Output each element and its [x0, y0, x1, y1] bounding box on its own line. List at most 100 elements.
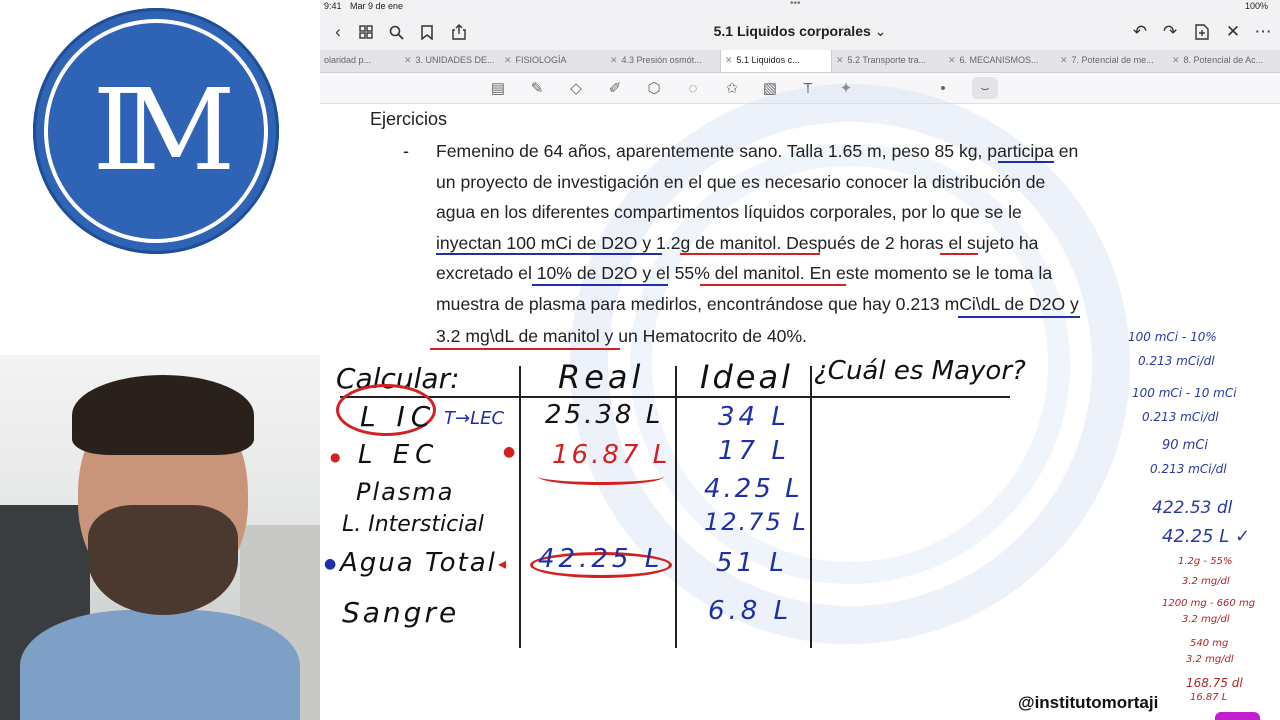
app-title-bar: ‹ 5.1 Liquidos corporales ⌄ ↶ ↷ ✕ ⋯: [320, 14, 1280, 50]
real-value-lec: 16.87 L: [552, 440, 671, 470]
ideal-value-intersticial: 12.75 L: [704, 508, 808, 536]
tab-item[interactable]: olaridad p...: [320, 50, 400, 72]
real-value-agua-total: 42.25 L: [538, 544, 664, 574]
red-dot-marker: ●: [330, 450, 341, 464]
side-calc-line: 168.75 dl: [1186, 676, 1243, 690]
undo-icon[interactable]: ↶: [1128, 20, 1152, 44]
pen-tool-icon[interactable]: ✎: [526, 77, 548, 99]
table-divider: [519, 366, 521, 648]
problem-line: Femenino de 64 años, aparentemente sano.…: [436, 141, 1079, 161]
status-date: Mar 9 de ene: [350, 1, 404, 11]
tab-item[interactable]: ✕ 8. Potencial de Ac...: [1168, 50, 1280, 72]
webcam-person-hair: [72, 375, 254, 455]
ink-underline: [940, 253, 978, 255]
ink-underline: [436, 253, 662, 255]
side-calc-line: 3.2 mg/dl: [1186, 654, 1234, 665]
side-calc-line: 42.25 L ✓: [1162, 526, 1251, 547]
shapes-tool-icon[interactable]: ⬡: [643, 77, 665, 99]
problem-line: agua en los diferentes compartimentos lí…: [436, 202, 1022, 222]
ink-underline: [958, 316, 1080, 318]
side-calc-line: 3.2 mg/dl: [1182, 576, 1230, 587]
webcam-person-beard: [88, 505, 238, 615]
problem-line: un proyecto de investigación en el que e…: [436, 172, 1046, 192]
ink-underline: [680, 253, 820, 255]
problem-line: muestra de plasma para medirlos, encontr…: [436, 294, 1079, 314]
tab-item[interactable]: ✕ 4.3 Presión osmót...: [606, 50, 720, 72]
pen-size-dot-icon[interactable]: •: [932, 77, 954, 99]
header-cual-es-mayor: ¿Cuál es Mayor?: [814, 356, 1026, 386]
red-arrow-marker: ◂: [498, 554, 507, 573]
ideal-value-plasma: 4.25 L: [704, 474, 803, 504]
side-calc-line: 1200 mg - 660 mg: [1162, 598, 1256, 609]
elements-tool-icon[interactable]: ✩: [721, 77, 743, 99]
tab-active[interactable]: ✕ 5.1 Liquidos c...: [720, 50, 832, 72]
header-real: Real: [558, 358, 645, 396]
red-dot-marker: ●: [503, 444, 516, 460]
more-icon[interactable]: ⋯: [1251, 20, 1275, 44]
ideal-value-agua-total: 51 L: [716, 548, 788, 578]
table-divider: [675, 366, 677, 648]
tab-item[interactable]: ✕ 6. MECANISMOS...: [944, 50, 1056, 72]
bullet-dash: -: [403, 141, 409, 161]
read-mode-icon[interactable]: ▤: [487, 77, 509, 99]
logo-text: IM: [92, 66, 236, 196]
eraser-tool-icon[interactable]: ◇: [565, 77, 587, 99]
ink-underline: [700, 284, 846, 286]
row-label-intersticial: L. Intersticial: [342, 512, 484, 537]
side-calc-line: 16.87 L: [1190, 692, 1228, 703]
add-page-icon[interactable]: [1190, 20, 1214, 44]
close-icon[interactable]: ✕: [1221, 20, 1245, 44]
notes-app-window: 9:41 Mar 9 de ene ••• 100% ‹ 5.1 Liquido…: [320, 0, 1280, 720]
tab-item[interactable]: ✕ 3. UNIDADES DE...: [400, 50, 500, 72]
red-underline-annotation: [538, 468, 664, 485]
exercise-heading: Ejercicios: [370, 109, 448, 129]
row-label-sangre: Sangre: [342, 596, 460, 629]
tab-item[interactable]: ✕ 7. Potencial de me...: [1056, 50, 1168, 72]
highlighter-tool-icon[interactable]: ✐: [604, 77, 626, 99]
side-calc-line: 0.213 mCi/dl: [1142, 410, 1219, 424]
row-note-lic: T→LEC: [444, 408, 505, 429]
problem-line: 3.2 mg\dL de manitol y un Hematocrito de…: [436, 326, 807, 346]
ink-underline: [430, 348, 620, 350]
side-calc-line: 0.213 mCi/dl: [1150, 462, 1227, 476]
ideal-value-sangre: 6.8 L: [708, 596, 793, 626]
ink-underline: [998, 161, 1054, 163]
header-ideal: Ideal: [700, 358, 793, 396]
webcam-feed: [0, 355, 320, 720]
note-page[interactable]: Ejercicios - Femenino de 64 años, aparen…: [320, 84, 1280, 720]
ideal-value-lec: 17 L: [718, 436, 790, 466]
social-handle: @institutomortaji: [1018, 693, 1159, 712]
problem-line: excretado el 10% de D2O y el 55% del man…: [436, 263, 1053, 283]
side-calc-line: 3.2 mg/dl: [1182, 614, 1230, 625]
stroke-style-icon[interactable]: ⌣: [972, 77, 998, 99]
battery-level: 100%: [1244, 1, 1268, 11]
lasso-tool-icon[interactable]: ◌: [682, 77, 704, 99]
side-calc-line: 540 mg: [1190, 638, 1229, 649]
blue-dot-marker: ●: [324, 556, 337, 572]
multitasking-dots-icon[interactable]: •••: [790, 0, 801, 9]
tab-item[interactable]: ✕ 5.2 Transporte tra...: [832, 50, 944, 72]
row-label-lic: L IC: [360, 400, 437, 433]
side-calc-line: 1.2g - 55%: [1178, 556, 1233, 567]
brand-logo-area: IM: [0, 0, 320, 355]
ideal-value-lic: 34 L: [718, 402, 790, 432]
social-badge: [1215, 712, 1260, 720]
tab-item[interactable]: ✕ FISIOLOGÍA: [500, 50, 606, 72]
ipad-status-bar: 9:41 Mar 9 de ene ••• 100%: [320, 0, 1280, 14]
problem-line: inyectan 100 mCi de D2O y 1.2g de manito…: [436, 233, 1039, 253]
webcam-person-shirt: [20, 610, 300, 720]
side-calc-line: 422.53 dl: [1152, 498, 1233, 518]
side-calc-line: 0.213 mCi/dl: [1138, 354, 1215, 368]
side-calc-line: 90 mCi: [1162, 438, 1209, 453]
redo-icon[interactable]: ↷: [1158, 20, 1182, 44]
ink-underline: [532, 284, 668, 286]
status-time: 9:41: [324, 1, 342, 11]
row-label-plasma: Plasma: [356, 478, 455, 506]
table-divider: [810, 366, 812, 648]
real-value-lic: 25.38 L: [545, 400, 664, 430]
row-label-agua-total: Agua Total: [340, 548, 497, 578]
side-calc-line: 100 mCi - 10%: [1128, 330, 1217, 344]
side-calc-line: 100 mCi - 10 mCi: [1132, 386, 1237, 400]
table-header-line: [340, 396, 1010, 398]
document-tabs: olaridad p... ✕ 3. UNIDADES DE... ✕ FISIOL…: [320, 50, 1280, 73]
